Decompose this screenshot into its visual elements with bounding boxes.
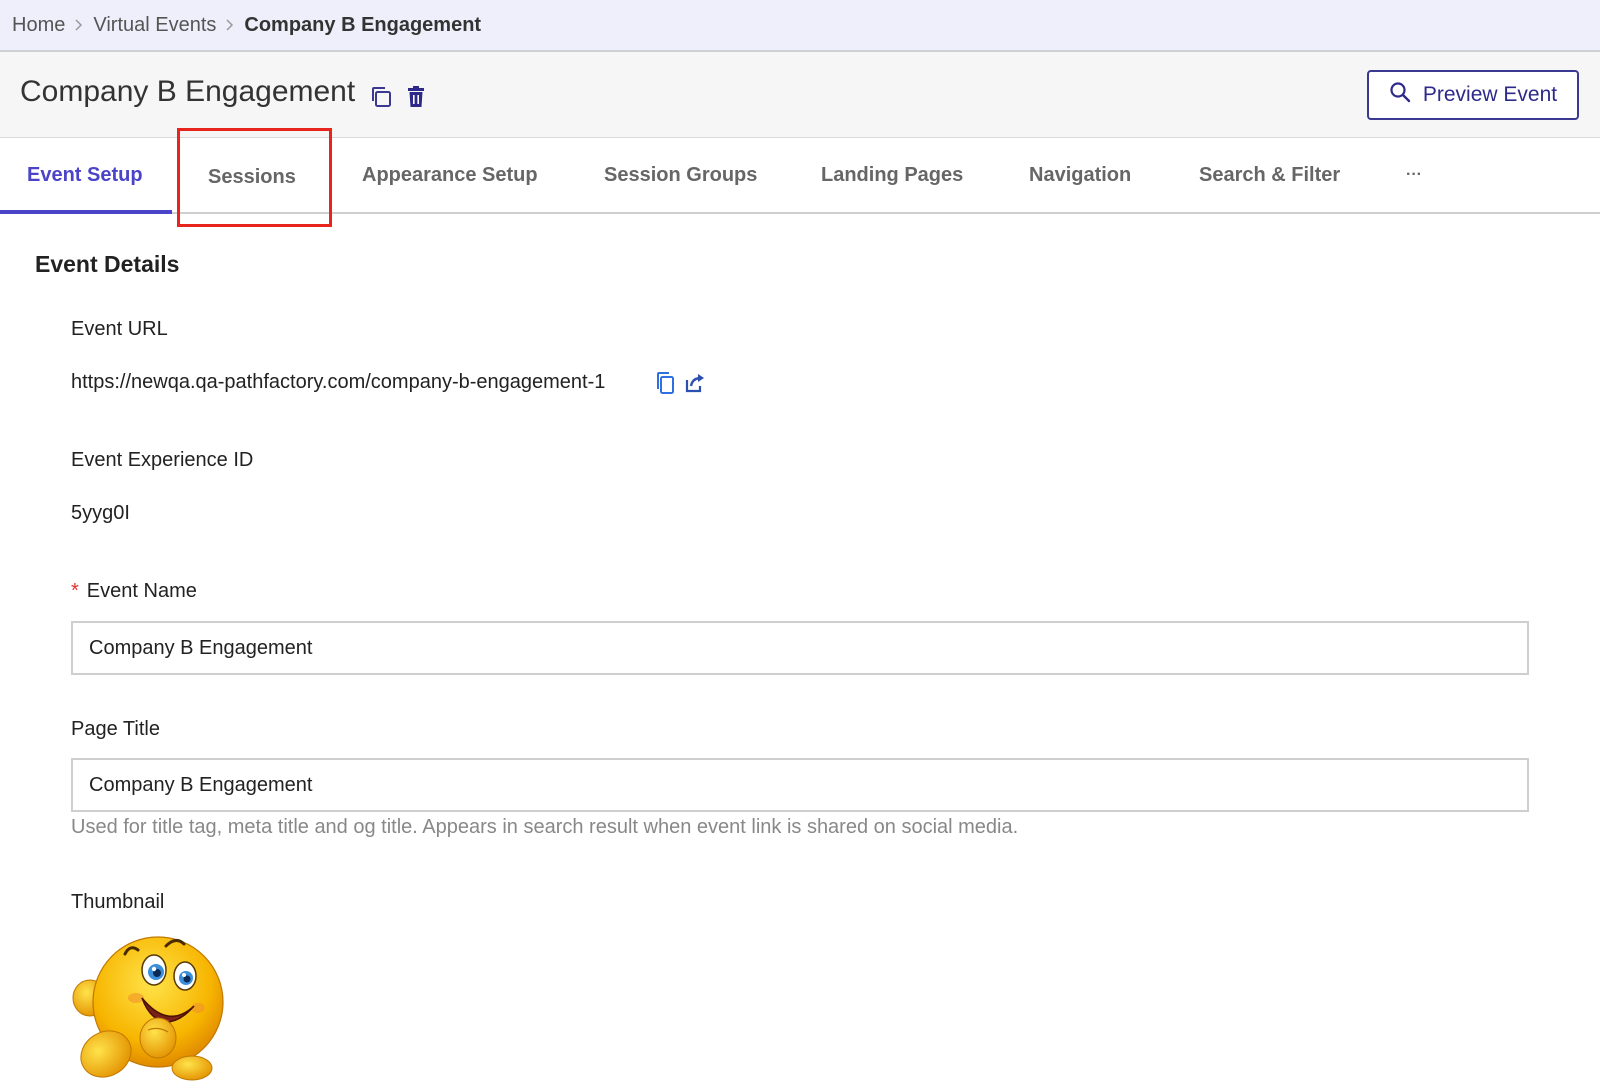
chevron-right-icon — [74, 18, 84, 32]
event-name-input[interactable] — [71, 621, 1529, 675]
page-header: Company B Engagement Preview Event — [0, 52, 1600, 138]
preview-event-label: Preview Event — [1422, 83, 1558, 106]
breadcrumb-home[interactable]: Home — [12, 14, 65, 37]
duplicate-icon[interactable] — [369, 85, 393, 109]
page-title-input[interactable] — [71, 758, 1529, 812]
event-url-label: Event URL — [71, 318, 168, 340]
tab-search-filter[interactable]: Search & Filter — [1199, 138, 1340, 212]
event-experience-id-value: 5yyg0I — [71, 502, 130, 524]
page-title-help-text: Used for title tag, meta title and og ti… — [71, 816, 1019, 838]
tab-navigation[interactable]: Navigation — [1029, 138, 1131, 212]
thumbnail-image[interactable] — [70, 930, 230, 1084]
event-name-label-text: Event Name — [86, 580, 197, 602]
page-title: Company B Engagement — [20, 75, 356, 108]
trash-icon[interactable] — [406, 85, 430, 109]
chevron-right-icon — [225, 18, 235, 32]
breadcrumb-virtual-events[interactable]: Virtual Events — [93, 14, 216, 37]
thumbnail-label: Thumbnail — [71, 891, 165, 913]
preview-event-button[interactable]: Preview Event — [1367, 70, 1579, 120]
page-title-label: Page Title — [71, 718, 160, 740]
breadcrumb: Home Virtual Events Company B Engagement — [0, 0, 1600, 52]
tab-sessions[interactable]: Sessions — [208, 140, 296, 214]
event-name-label: * Event Name — [71, 580, 197, 603]
smiley-emoji-icon — [72, 936, 224, 1081]
copy-url-icon[interactable] — [655, 371, 677, 395]
tab-bar: Event Setup Sessions Appearance Setup Se… — [0, 138, 1600, 214]
required-marker: * — [71, 580, 79, 602]
search-icon — [1389, 81, 1411, 109]
tab-appearance-setup[interactable]: Appearance Setup — [362, 138, 538, 212]
event-url-value: https://newqa.qa-pathfactory.com/company… — [71, 371, 606, 393]
active-tab-indicator — [0, 210, 172, 214]
open-url-icon[interactable] — [683, 371, 705, 395]
event-experience-id-label: Event Experience ID — [71, 449, 254, 471]
section-heading-event-details: Event Details — [35, 251, 180, 277]
tab-landing-pages[interactable]: Landing Pages — [821, 138, 963, 212]
tab-event-setup[interactable]: Event Setup — [27, 138, 143, 212]
tab-session-groups[interactable]: Session Groups — [604, 138, 757, 212]
tab-more[interactable]: ··· — [1406, 138, 1422, 212]
breadcrumb-current: Company B Engagement — [244, 13, 482, 36]
